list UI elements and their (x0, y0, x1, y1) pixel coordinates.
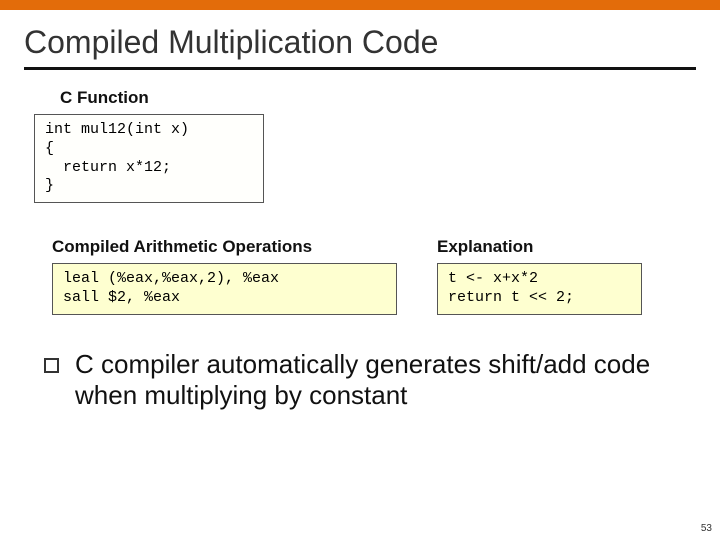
asm-column: Compiled Arithmetic Operations leal (%ea… (52, 233, 397, 315)
page-number: 53 (701, 523, 712, 534)
accent-top-bar (0, 0, 720, 10)
explanation-code-box: t <- x+x*2 return t << 2; (437, 263, 642, 315)
title-rule (24, 67, 696, 70)
c-function-label: C Function (60, 88, 696, 108)
asm-label: Compiled Arithmetic Operations (52, 237, 397, 257)
asm-row: Compiled Arithmetic Operations leal (%ea… (24, 233, 696, 315)
explanation-label: Explanation (437, 237, 642, 257)
slide-body: Compiled Multiplication Code C Function … (0, 10, 720, 411)
bullet-text: C compiler automatically generates shift… (75, 349, 696, 411)
square-bullet-icon (44, 358, 59, 373)
asm-code-box: leal (%eax,%eax,2), %eax sall $2, %eax (52, 263, 397, 315)
bullet-item: C compiler automatically generates shift… (44, 349, 696, 411)
c-code-box: int mul12(int x) { return x*12; } (34, 114, 264, 203)
explanation-column: Explanation t <- x+x*2 return t << 2; (437, 233, 642, 315)
slide-title: Compiled Multiplication Code (24, 24, 696, 61)
